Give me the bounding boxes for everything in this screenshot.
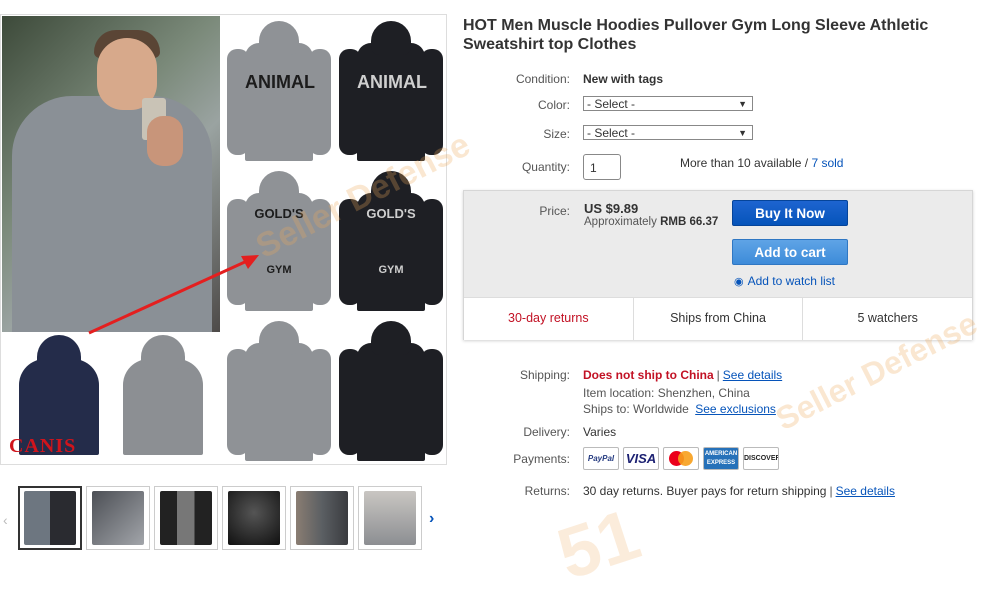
item-location: Item location: Shenzhen, China [583,386,750,400]
price-approx: Approximately RMB 66.37 [584,216,718,228]
thumbnail-6[interactable] [358,486,422,550]
thumbnail-next-icon[interactable]: › [429,510,434,528]
delivery-label: Delivery: [523,425,570,439]
returns-see-details-link[interactable]: See details [836,484,895,498]
returns-badge: 30-day returns [464,298,634,340]
red-arrow-icon [88,255,259,335]
visa-icon: VISA [623,447,659,470]
product-title: HOT Men Muscle Hoodies Pullover Gym Long… [463,17,929,53]
shipping-label: Shipping: [519,368,570,382]
price-label: Price: [539,204,570,218]
returns-label: Returns: [524,484,570,498]
thumbnail-3[interactable] [154,486,218,550]
ships-to-label: Ships to: [583,402,630,416]
availability-text: More than 10 available / 7 sold [680,156,843,170]
returns-value: 30 day returns. Buyer pays for return sh… [583,484,895,498]
item-highlights-row: 30-day returns Ships from China 5 watche… [464,297,972,340]
sold-count-link[interactable]: 7 sold [811,156,843,170]
thumbnail-4[interactable] [222,486,286,550]
quantity-input[interactable]: 1 [583,154,621,180]
dropdown-arrow-icon: ▼ [738,99,747,109]
availability-count: More than 10 available / [680,156,809,170]
approx-prefix: Approximately [584,216,657,228]
watch-list-label: Add to watch list [747,274,835,288]
shipping-value: Does not ship to China | See details [583,368,783,382]
thumbnail-2[interactable] [86,486,150,550]
thumbnail-1[interactable] [18,486,82,550]
does-not-ship-text: Does not ship to China [583,368,714,382]
watchers-count: 5 watchers [857,311,918,325]
eye-icon: ◉ [734,276,744,288]
amex-icon: AMERICAN EXPRESS [703,447,739,470]
delivery-value: Varies [583,425,617,439]
ships-from: Ships from China [634,298,804,340]
paypal-icon: PayPal [583,447,619,470]
dropdown-arrow-icon: ▼ [738,128,747,138]
discover-icon: DISCOVER [743,447,779,470]
shipping-see-details-link[interactable]: See details [723,368,782,382]
color-select-value: - Select - [587,97,636,111]
quantity-label: Quantity: [521,160,570,174]
add-to-cart-button[interactable]: Add to cart [732,239,848,265]
item-location-label: Item location: [583,386,655,400]
ships-to-value: Worldwide [633,402,689,416]
size-label: Size: [543,127,570,141]
size-select-value: - Select - [587,126,636,140]
thumbnail-5[interactable] [290,486,354,550]
buy-it-now-button[interactable]: Buy It Now [732,200,848,226]
payment-methods: PayPal VISA AMERICAN EXPRESS DISCOVER [583,447,779,470]
watermark-logo: 51 [548,494,650,596]
condition-label: Condition: [515,72,570,86]
price-box: Price: US $9.89 Approximately RMB 66.37 … [463,190,973,340]
item-location-value: Shenzhen, China [657,386,750,400]
ships-to: Ships to: Worldwide See exclusions [583,402,776,416]
see-exclusions-link[interactable]: See exclusions [695,402,776,416]
size-select[interactable]: - Select - ▼ [583,125,753,140]
approx-value: RMB 66.37 [660,216,719,228]
returns-policy-text: 30 day returns. Buyer pays for return sh… [583,484,827,498]
condition-value: New with tags [583,72,664,86]
color-label: Color: [537,98,570,112]
thumbnail-prev-icon[interactable]: ‹ [3,512,8,528]
mastercard-icon [663,447,699,470]
canis-brand-logo: CANIS [9,435,77,457]
color-select[interactable]: - Select - ▼ [583,96,753,111]
payments-label: Payments: [513,452,570,466]
thumbnail-strip [18,486,426,554]
main-product-image[interactable]: ANIMAL ANIMAL GOLD'S GYM GOLD'S GYM CANI… [0,14,447,465]
price-value: US $9.89 [584,201,639,216]
add-to-watch-list-link[interactable]: ◉ Add to watch list [734,274,835,288]
